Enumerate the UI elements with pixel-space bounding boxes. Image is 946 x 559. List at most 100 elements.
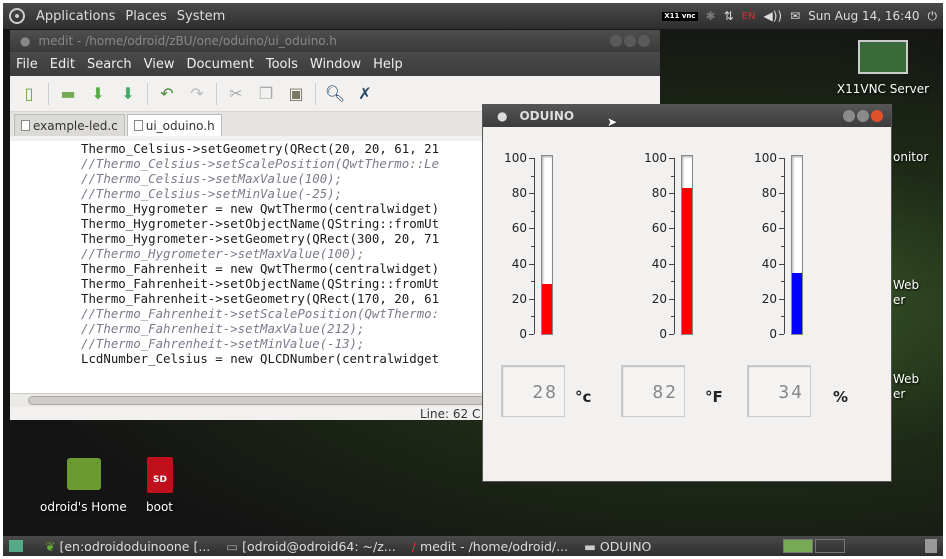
desktop-icon-label-home[interactable]: odroid's Home xyxy=(40,500,127,514)
leaf-icon: ❦ xyxy=(45,538,56,554)
menu-edit[interactable]: Edit xyxy=(44,57,81,72)
lcd-digits: 34 xyxy=(778,382,804,403)
scale-tick xyxy=(779,193,784,195)
undo-icon[interactable]: ↶ xyxy=(156,83,178,105)
power-icon[interactable]: ⏻ xyxy=(928,9,938,24)
open-folder-icon[interactable]: ▬ xyxy=(57,83,79,105)
scale-label: 20 xyxy=(761,291,777,306)
unit-label-humidity: % xyxy=(833,388,849,406)
keyboard-layout-indicator[interactable]: EN xyxy=(742,11,756,22)
volume-icon[interactable]: ◀)) xyxy=(763,9,782,23)
find-icon[interactable]: 🔍︎ xyxy=(324,83,346,105)
desktop-icon-vnc-server[interactable]: X11VNC Server xyxy=(828,40,938,96)
menu-view[interactable]: View xyxy=(138,57,181,72)
network-icon[interactable]: ⇅ xyxy=(724,9,734,23)
tab-ui-oduino[interactable]: ui_oduino.h xyxy=(126,114,222,136)
menu-document[interactable]: Document xyxy=(180,57,259,72)
taskbar-item-terminal-1[interactable]: ❦ [en:odroidoduinoone [... xyxy=(37,539,218,554)
maximize-icon[interactable] xyxy=(857,110,869,122)
oduino-titlebar[interactable]: ● ODUINO ➤ xyxy=(483,105,891,129)
window-menu-icon[interactable]: ● xyxy=(20,34,30,48)
thermometer-fahrenheit: 100 80 60 40 20 0 xyxy=(623,150,723,350)
redo-icon[interactable]: ↷ xyxy=(186,83,208,105)
menu-tools[interactable]: Tools xyxy=(260,57,304,72)
home-folder-icon[interactable] xyxy=(67,458,101,490)
minimize-icon[interactable] xyxy=(843,110,855,122)
taskbar-item-terminal-2[interactable]: ▭ [odroid@odroid64: ~/z... xyxy=(218,539,403,554)
close-icon[interactable] xyxy=(871,110,883,122)
oduino-title: ODUINO xyxy=(519,109,575,123)
paste-icon[interactable]: ▣ xyxy=(285,83,307,105)
menu-window[interactable]: Window xyxy=(304,57,367,72)
window-menu-icon[interactable]: ● xyxy=(497,109,507,123)
save-as-icon[interactable]: ⬇ xyxy=(117,83,139,105)
save-icon[interactable]: ⬇ xyxy=(87,83,109,105)
desktop-icon-label: er xyxy=(893,387,906,401)
scale-tick xyxy=(529,263,534,265)
menu-system[interactable]: System xyxy=(172,9,230,24)
menu-applications[interactable]: Applications xyxy=(31,9,120,24)
cut-icon[interactable]: ✂ xyxy=(225,83,247,105)
scale-tick xyxy=(669,228,674,230)
menu-help[interactable]: Help xyxy=(367,57,409,72)
scale-label: 0 xyxy=(659,327,667,341)
desktop-icon-web-2[interactable]: Web er xyxy=(893,372,919,402)
new-file-icon[interactable]: ▯ xyxy=(18,83,40,105)
pencil-icon: / xyxy=(411,538,416,554)
thermometer-humidity: 100 80 60 40 20 0 xyxy=(733,150,833,350)
scale-tick xyxy=(669,263,674,265)
scale-minor-tick xyxy=(781,210,784,212)
scale-label: 100 xyxy=(754,151,777,165)
line-column-indicator: Line: 62 C xyxy=(420,407,481,421)
tab-example-led[interactable]: example-led.c xyxy=(14,114,125,136)
scale-minor-tick xyxy=(781,281,784,283)
taskbar-item-oduino[interactable]: ▬ ODUINO xyxy=(576,539,659,554)
menu-places[interactable]: Places xyxy=(120,9,171,24)
lcd-digits: 82 xyxy=(652,382,678,403)
minimize-icon[interactable] xyxy=(610,35,622,47)
trash-icon[interactable] xyxy=(925,539,937,553)
copy-icon[interactable]: ❐ xyxy=(255,83,277,105)
oduino-window: ● ODUINO ➤ 100 80 60 40 20 0 28 °c 100 80 60 40 20 0 8… xyxy=(482,104,892,482)
desktop-icon-web-1[interactable]: Web er xyxy=(893,278,919,308)
workspace-switcher-2[interactable] xyxy=(815,539,845,553)
scale-label: 60 xyxy=(511,221,527,236)
thermometer-pipe xyxy=(791,155,803,335)
scrollbar-thumb[interactable] xyxy=(28,396,498,405)
scale-minor-tick xyxy=(531,210,534,212)
desktop-icon-monitor[interactable]: onitor xyxy=(893,150,928,164)
lcd-display-fahrenheit: 82 xyxy=(621,365,685,417)
scale-minor-tick xyxy=(531,175,534,177)
scale-label: 60 xyxy=(761,221,777,236)
close-icon[interactable] xyxy=(638,35,650,47)
taskbar-item-medit[interactable]: / medit - /home/odroid/... xyxy=(404,539,576,554)
document-icon xyxy=(21,120,30,131)
desktop-icon-label-boot[interactable]: boot xyxy=(146,500,173,514)
desktop-icon-label: er xyxy=(893,293,906,307)
clock[interactable]: Sun Aug 14, 16:40 xyxy=(808,9,919,23)
task-label: ODUINO xyxy=(599,538,652,554)
bluetooth-icon[interactable]: ✱ xyxy=(706,9,716,23)
scale-tick xyxy=(529,334,534,335)
scale-tick xyxy=(669,193,674,195)
medit-titlebar[interactable]: ● medit - /home/odroid/zBU/one/oduino/ui… xyxy=(10,30,660,52)
show-desktop-icon[interactable] xyxy=(9,540,23,552)
thermometer-scale-line xyxy=(784,158,785,334)
scale-minor-tick xyxy=(781,246,784,247)
x11vnc-icon[interactable]: X11 vnc xyxy=(662,11,698,21)
thermometer-pipe xyxy=(541,155,553,335)
scale-label: 100 xyxy=(644,151,667,165)
mail-icon[interactable]: ✉ xyxy=(790,9,800,23)
thermometer-scale-line xyxy=(674,158,675,334)
scale-minor-tick xyxy=(781,175,784,177)
desktop-icon-label: X11VNC Server xyxy=(836,82,930,96)
menu-search[interactable]: Search xyxy=(81,57,138,72)
menu-file[interactable]: File xyxy=(10,57,44,72)
find-replace-icon[interactable]: ✗ xyxy=(354,83,376,105)
scale-minor-tick xyxy=(671,281,674,283)
workspace-switcher-1[interactable] xyxy=(783,539,813,553)
scale-label: 100 xyxy=(504,151,527,165)
ubuntu-logo-icon[interactable] xyxy=(9,8,25,24)
maximize-icon[interactable] xyxy=(624,35,636,47)
sd-card-icon[interactable]: SD xyxy=(147,457,173,493)
